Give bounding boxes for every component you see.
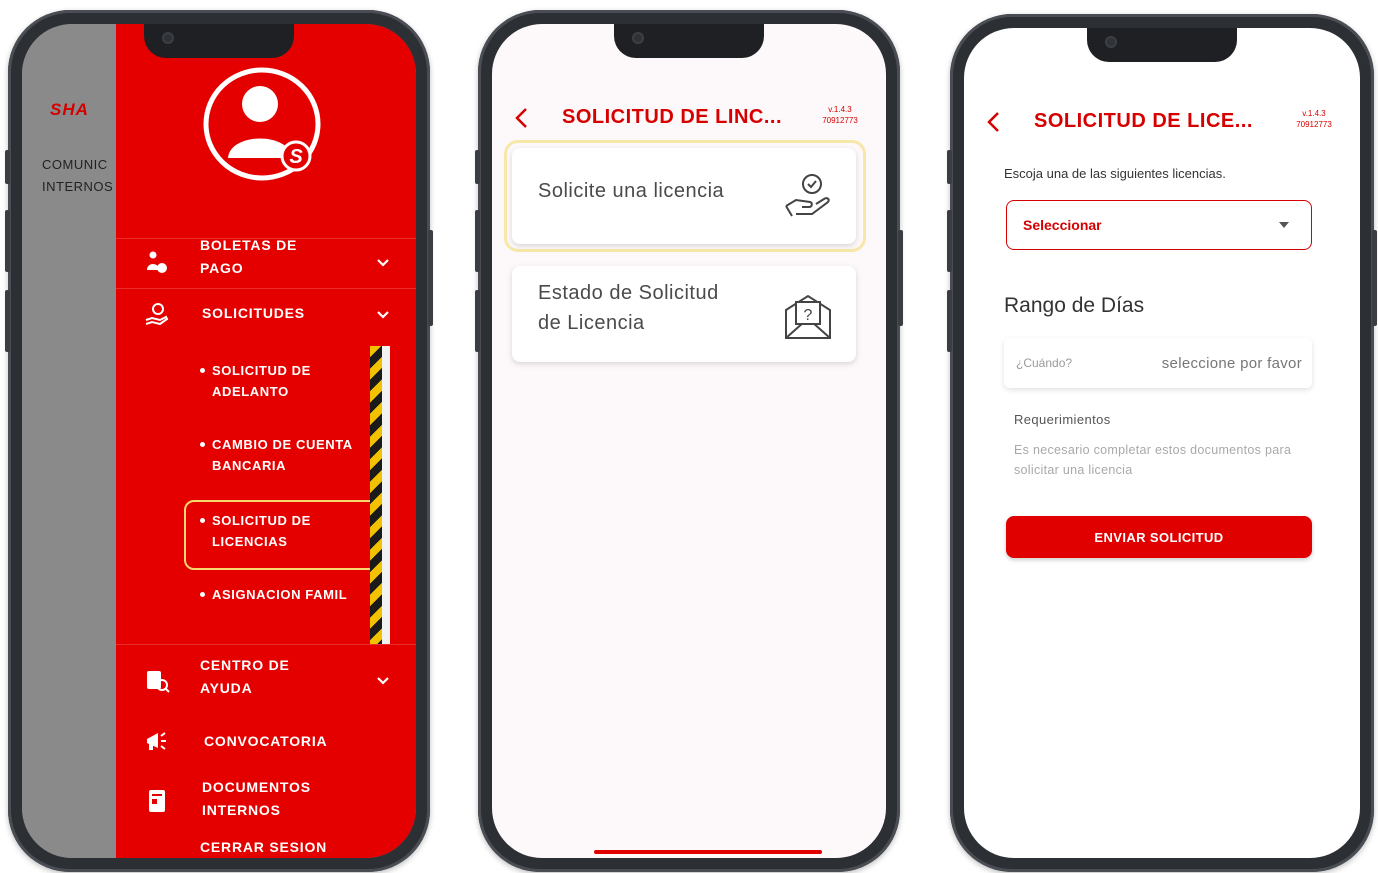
phone-notch (614, 24, 764, 58)
date-range-field[interactable]: ¿Cuándo? seleccione por favor (1004, 338, 1312, 388)
license-form-screen: SOLICITUD DE LICE... v.1.4.3 70912773 Es… (964, 28, 1360, 858)
phone-notch (1087, 28, 1237, 62)
dropdown-arrow-icon (1279, 222, 1289, 228)
chevron-down-icon (377, 311, 389, 319)
page-title: SOLICITUD DE LICE... (1034, 110, 1253, 132)
date-field-placeholder: seleccione por favor (1161, 355, 1302, 372)
money-hand-icon (147, 251, 167, 273)
menu-item-documentos[interactable]: DOCUMENTOS INTERNOS (116, 776, 416, 826)
chevron-down-icon (377, 259, 389, 267)
app-header: SOLICITUD DE LINC... v.1.4.3 70912773 (492, 94, 886, 142)
hand-coin-icon (785, 174, 830, 217)
phone-menu: SHA COMUNIC INTERNOS S BOLETAS DE PAGO S… (5, 10, 433, 872)
hand-coin-icon (145, 303, 169, 326)
version-label: v.1.4.3 70912773 (822, 105, 858, 125)
highlight-solicitud-licencias (184, 500, 384, 570)
document-icon (149, 790, 165, 812)
card-solicite-licencia[interactable]: Solicite una licencia (512, 148, 856, 244)
question-envelope-icon: ? (785, 294, 831, 339)
back-arrow-icon[interactable] (984, 110, 1004, 134)
submenu-solicitud-adelanto[interactable]: SOLICITUD DE ADELANTO (200, 360, 372, 402)
phone-notch (144, 24, 294, 58)
menu-item-centro-ayuda[interactable]: CENTRO DE AYUDA (116, 654, 416, 710)
license-prompt: Escoja una de las siguientes licencias. (1004, 166, 1226, 181)
send-request-button[interactable]: ENVIAR SOLICITUD (1006, 516, 1312, 558)
app-logo: SHA (50, 100, 89, 119)
chevron-down-icon (377, 677, 389, 685)
logout-button[interactable]: CERRAR SESION (116, 836, 416, 858)
phone-license-options: SOLICITUD DE LINC... v.1.4.3 70912773 So… (475, 10, 903, 872)
megaphone-icon (147, 732, 166, 750)
license-options-screen: SOLICITUD DE LINC... v.1.4.3 70912773 So… (492, 24, 886, 858)
svg-text:S: S (289, 146, 303, 168)
menu-screen: SHA COMUNIC INTERNOS S BOLETAS DE PAGO S… (22, 24, 416, 858)
svg-text:?: ? (804, 307, 813, 324)
menu-item-convocatoria[interactable]: CONVOCATORIA (116, 724, 416, 758)
side-drawer: S BOLETAS DE PAGO SOLICITUDES SOLICITUD … (116, 24, 416, 858)
submenu-asignacion-familiar[interactable]: ASIGNACION FAMIL (200, 584, 372, 605)
help-document-icon (147, 671, 170, 693)
date-field-label: ¿Cuándo? (1016, 356, 1073, 370)
app-header: SOLICITUD DE LICE... v.1.4.3 70912773 (964, 98, 1360, 146)
user-avatar-icon[interactable]: S (200, 66, 324, 184)
card-estado-solicitud[interactable]: Estado de Solicitud de Licencia ? (512, 266, 856, 362)
menu-item-solicitudes[interactable]: SOLICITUDES (116, 290, 416, 338)
range-title: Rango de Días (1004, 294, 1145, 317)
phone-license-form: SOLICITUD DE LICE... v.1.4.3 70912773 Es… (947, 14, 1377, 872)
license-type-select[interactable]: Seleccionar (1006, 200, 1312, 250)
submenu-cambio-cuenta[interactable]: CAMBIO DE CUENTA BANCARIA (200, 434, 372, 476)
version-label: v.1.4.3 70912773 (1296, 109, 1332, 129)
decorative-strip (382, 346, 390, 644)
menu-item-boletas[interactable]: BOLETAS DE PAGO (116, 234, 416, 290)
page-title: SOLICITUD DE LINC... (562, 106, 782, 128)
select-value: Seleccionar (1023, 217, 1102, 233)
back-arrow-icon[interactable] (512, 106, 532, 130)
requirements-title: Requerimientos (1014, 412, 1111, 427)
requirements-text: Es necesario completar estos documentos … (1014, 443, 1292, 477)
home-indicator (594, 850, 822, 854)
